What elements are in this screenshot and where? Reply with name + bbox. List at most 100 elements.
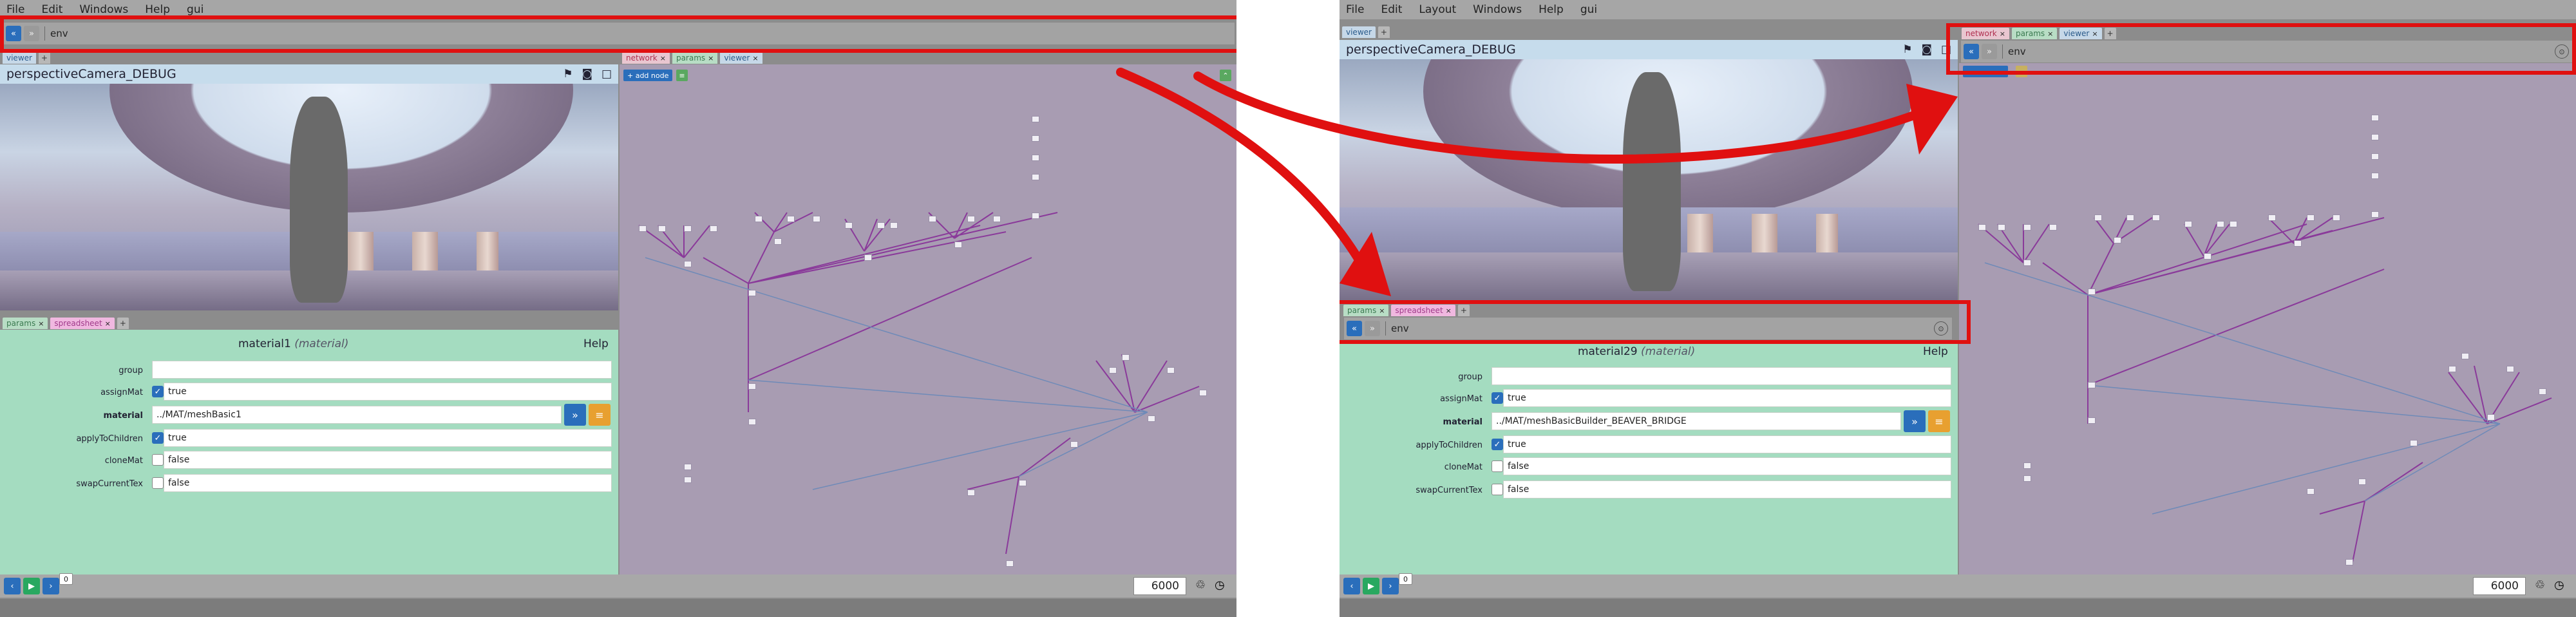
graph-node[interactable] bbox=[2371, 134, 2379, 140]
3d-viewport[interactable] bbox=[1340, 59, 1958, 303]
graph-node[interactable] bbox=[1148, 415, 1155, 422]
graph-node[interactable] bbox=[2094, 214, 2102, 221]
menu-file[interactable]: File bbox=[1346, 3, 1364, 16]
close-icon[interactable]: × bbox=[1379, 307, 1385, 315]
graph-node[interactable] bbox=[748, 419, 756, 425]
frame-input[interactable]: 6000 bbox=[1133, 577, 1186, 595]
graph-node[interactable] bbox=[954, 242, 962, 248]
go-to-material-button[interactable]: » bbox=[1904, 410, 1926, 432]
tab-viewer[interactable]: viewer bbox=[1342, 26, 1376, 38]
close-icon[interactable]: × bbox=[708, 54, 714, 62]
back-button[interactable]: « bbox=[6, 26, 21, 41]
graph-node[interactable] bbox=[813, 216, 820, 222]
graph-node[interactable] bbox=[1032, 213, 1039, 219]
add-tab-button[interactable]: + bbox=[1378, 26, 1390, 38]
graph-node[interactable] bbox=[1032, 135, 1039, 142]
graph-node[interactable] bbox=[2088, 289, 2096, 295]
close-icon[interactable]: × bbox=[660, 54, 666, 62]
graph-node[interactable] bbox=[2307, 488, 2315, 495]
menu-file[interactable]: File bbox=[6, 3, 24, 16]
camera-icon[interactable]: ◙ bbox=[582, 68, 592, 81]
graph-node[interactable] bbox=[2023, 224, 2031, 231]
select-material-button[interactable]: ≡ bbox=[589, 404, 611, 426]
close-icon[interactable]: × bbox=[105, 319, 111, 328]
menu-help[interactable]: Help bbox=[1539, 3, 1564, 16]
frame-input[interactable]: 6000 bbox=[2473, 577, 2526, 595]
graph-node[interactable] bbox=[684, 464, 692, 470]
forward-button[interactable]: » bbox=[1982, 44, 1997, 59]
menu-help[interactable]: Help bbox=[145, 3, 170, 16]
graph-node[interactable] bbox=[2023, 475, 2031, 482]
close-icon[interactable]: × bbox=[2000, 30, 2005, 38]
go-to-material-button[interactable]: » bbox=[564, 404, 586, 426]
forward-button[interactable]: » bbox=[24, 26, 39, 41]
assignmat-checkbox[interactable]: ✓ bbox=[152, 386, 164, 397]
graph-node[interactable] bbox=[2152, 214, 2160, 221]
previous-frame-button[interactable]: ‹ bbox=[4, 578, 21, 594]
lock-icon[interactable]: ⊙ bbox=[2555, 44, 2569, 59]
add-tab-button[interactable]: + bbox=[1457, 305, 1470, 316]
menu-edit[interactable]: Edit bbox=[1381, 3, 1402, 16]
graph-node[interactable] bbox=[1070, 441, 1078, 448]
path-input[interactable]: env bbox=[50, 28, 1235, 39]
add-tab-button[interactable]: + bbox=[2104, 28, 2116, 39]
graph-node[interactable] bbox=[710, 225, 717, 232]
applytochildren-checkbox[interactable]: ✓ bbox=[1492, 439, 1503, 450]
clock-icon[interactable]: ◷ bbox=[2554, 578, 2564, 592]
path-input[interactable]: env bbox=[1391, 323, 1934, 334]
tab-network[interactable]: network × bbox=[1962, 28, 2009, 39]
graph-node[interactable] bbox=[2461, 353, 2469, 359]
graph-node[interactable] bbox=[658, 225, 666, 232]
next-frame-button[interactable]: › bbox=[43, 578, 59, 594]
graph-node[interactable] bbox=[755, 216, 762, 222]
next-frame-button[interactable]: › bbox=[1382, 578, 1399, 594]
graph-node[interactable] bbox=[877, 222, 885, 229]
graph-node[interactable] bbox=[929, 216, 936, 222]
close-icon[interactable]: × bbox=[1446, 307, 1452, 315]
graph-node[interactable] bbox=[1199, 390, 1207, 396]
lock-icon[interactable]: ⊙ bbox=[1934, 321, 1948, 336]
swapcurrenttex-checkbox[interactable] bbox=[1492, 484, 1503, 495]
graph-node[interactable] bbox=[2307, 214, 2315, 221]
tab-params[interactable]: params × bbox=[3, 318, 48, 329]
tab-network[interactable]: network × bbox=[622, 52, 670, 64]
fullscreen-icon[interactable]: □ bbox=[1941, 43, 1951, 56]
applytochildren-checkbox[interactable]: ✓ bbox=[152, 432, 164, 444]
graph-node[interactable] bbox=[2371, 211, 2379, 218]
help-link[interactable]: Help bbox=[583, 337, 609, 350]
graph-node[interactable] bbox=[2023, 462, 2031, 469]
menu-gui[interactable]: gui bbox=[1580, 3, 1597, 16]
horizontal-scrollbar[interactable] bbox=[1340, 599, 2576, 617]
graph-node[interactable] bbox=[2371, 115, 2379, 121]
help-link[interactable]: Help bbox=[1923, 345, 1948, 358]
swapcurrenttex-checkbox[interactable] bbox=[152, 477, 164, 489]
graph-node[interactable] bbox=[2088, 417, 2096, 424]
graph-node[interactable] bbox=[748, 383, 756, 390]
horizontal-scrollbar[interactable] bbox=[0, 599, 1236, 617]
recycle-icon[interactable]: ♲ bbox=[1195, 578, 1206, 592]
close-icon[interactable]: × bbox=[38, 319, 44, 328]
graph-node[interactable] bbox=[1167, 367, 1175, 374]
graph-node[interactable] bbox=[845, 222, 853, 229]
tab-spreadsheet[interactable]: spreadsheet × bbox=[1391, 305, 1455, 316]
fullscreen-icon[interactable]: □ bbox=[601, 68, 612, 81]
menu-layout[interactable]: Layout bbox=[1419, 3, 1456, 16]
graph-node[interactable] bbox=[684, 477, 692, 483]
graph-node[interactable] bbox=[2371, 173, 2379, 179]
graph-node[interactable] bbox=[787, 216, 795, 222]
graph-node[interactable] bbox=[2294, 240, 2302, 247]
graph-node[interactable] bbox=[2023, 260, 2031, 266]
graph-node[interactable] bbox=[1122, 354, 1130, 361]
graph-node[interactable] bbox=[1978, 224, 1986, 231]
recycle-icon[interactable]: ♲ bbox=[2535, 578, 2545, 592]
select-material-button[interactable]: ≡ bbox=[1928, 410, 1950, 432]
flag-icon[interactable]: ⚑ bbox=[563, 68, 573, 81]
clock-icon[interactable]: ◷ bbox=[1215, 578, 1225, 592]
camera-icon[interactable]: ◙ bbox=[1921, 43, 1932, 56]
graph-node[interactable] bbox=[684, 225, 692, 232]
add-tab-button[interactable]: + bbox=[117, 318, 129, 329]
graph-node[interactable] bbox=[748, 290, 756, 296]
graph-node[interactable] bbox=[1032, 174, 1039, 180]
clonemat-checkbox[interactable] bbox=[1492, 460, 1503, 472]
path-input[interactable]: env bbox=[2008, 46, 2555, 57]
